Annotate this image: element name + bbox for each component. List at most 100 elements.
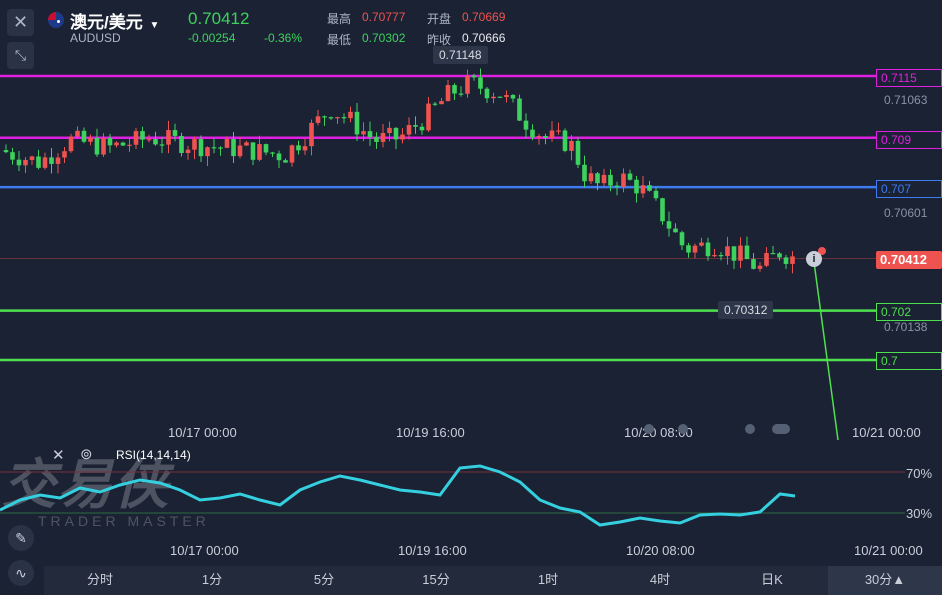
candle-body — [731, 246, 737, 261]
candle-body — [673, 228, 678, 233]
candle-body — [244, 142, 249, 146]
candle-body — [439, 101, 444, 105]
timeframe-tabs: 分时 1分 5分 15分 1时 4时 日K 30分▲ — [44, 566, 942, 595]
candle-body — [205, 147, 210, 157]
candle-body — [660, 198, 665, 222]
candle-body — [94, 137, 100, 155]
candle-body — [218, 147, 223, 149]
tab-daily[interactable]: 日K — [716, 566, 828, 595]
candle-body — [712, 255, 717, 257]
candle-body — [120, 142, 126, 146]
candle-body — [114, 142, 119, 146]
candle-body — [88, 137, 93, 142]
rsi-level-70: 70% — [906, 466, 933, 481]
rsi-time-label-2: 10/20 08:00 — [626, 543, 695, 558]
candle-body — [153, 139, 158, 145]
line-tag-4[interactable]: 0.7 — [876, 352, 942, 370]
candle-body — [172, 130, 178, 136]
candle-body — [361, 131, 366, 135]
time-label-3: 10/21 00:00 — [852, 425, 921, 440]
collapse-icon: ⤡ — [14, 47, 27, 63]
candle-body — [400, 134, 405, 140]
low-label: 最低 — [327, 33, 352, 47]
tab-timeshare[interactable]: 分时 — [44, 566, 156, 595]
candle-body — [276, 153, 282, 161]
candle-body — [484, 88, 490, 99]
australia-flag-icon — [48, 12, 64, 28]
tab-5m[interactable]: 5分 — [268, 566, 380, 595]
close-button[interactable]: ✕ — [7, 9, 34, 36]
candle-body — [757, 265, 763, 269]
info-icon[interactable]: i — [806, 251, 822, 267]
candle-body — [783, 257, 789, 264]
candle-body — [231, 139, 236, 157]
candle-body — [718, 255, 724, 257]
candle-body — [549, 130, 555, 139]
event-icon[interactable] — [644, 424, 654, 434]
price-change: -0.00254 — [188, 31, 236, 45]
tab-30m[interactable]: 30分▲ — [828, 566, 942, 595]
open-value: 0.70669 — [462, 10, 506, 24]
candle-body — [81, 130, 87, 142]
time-label-1: 10/19 16:00 — [396, 425, 465, 440]
candle-body — [380, 133, 386, 142]
candle-body — [419, 126, 425, 131]
candle-body — [374, 137, 379, 142]
candle-body — [335, 117, 340, 119]
event-icon[interactable] — [745, 424, 755, 434]
pencil-icon: ✎ — [15, 530, 27, 546]
candle-body — [666, 221, 672, 229]
candle-body — [42, 157, 48, 168]
price-axis-label-1: 0.70601 — [884, 206, 928, 220]
candle-body — [107, 137, 113, 146]
candle-body — [504, 94, 509, 98]
rsi-line — [0, 464, 796, 527]
event-icon[interactable] — [772, 424, 790, 434]
candle-body — [341, 117, 347, 119]
candle-body — [146, 139, 152, 141]
tab-1m[interactable]: 1分 — [156, 566, 268, 595]
candle-body — [224, 139, 230, 148]
symbol-title[interactable]: 澳元/美元 ▼ — [70, 8, 159, 33]
price-axis-label-2: 0.70138 — [884, 320, 928, 334]
candle-body — [237, 145, 243, 157]
candle-body — [302, 146, 308, 151]
rsi-settings-icon[interactable]: ⊚ — [80, 445, 93, 463]
candlestick-chart[interactable] — [0, 0, 942, 566]
close-icon: ✕ — [12, 12, 29, 32]
rsi-close-icon[interactable]: ✕ — [52, 446, 65, 464]
candle-body — [614, 185, 620, 188]
line-tag-2[interactable]: 0.707 — [876, 180, 942, 198]
candle-body — [406, 125, 412, 135]
candle-body — [510, 94, 516, 99]
candle-body — [601, 174, 607, 184]
candle-body — [575, 140, 581, 165]
candle-body — [517, 98, 522, 121]
tab-4h[interactable]: 4时 — [604, 566, 716, 595]
indicator-button[interactable]: ∿ — [8, 560, 34, 586]
line-tag-1[interactable]: 0.709 — [876, 131, 942, 149]
tab-1h[interactable]: 1时 — [492, 566, 604, 595]
candle-body — [627, 173, 633, 180]
candle-body — [328, 117, 334, 119]
candle-body — [478, 77, 483, 89]
candle-body — [296, 145, 301, 151]
candle-body — [491, 96, 496, 99]
collapse-button[interactable]: ⤡ — [7, 42, 34, 69]
candle-body — [29, 156, 35, 160]
chart-line-icon: ∿ — [15, 565, 27, 581]
candle-body — [679, 232, 685, 246]
candle-body — [738, 245, 743, 261]
candle-body — [354, 111, 360, 135]
candle-body — [348, 111, 353, 119]
candle-body — [283, 160, 288, 163]
candle-body — [393, 127, 399, 140]
event-icon[interactable] — [678, 424, 688, 434]
line-tag-3[interactable]: 0.702 — [876, 303, 942, 321]
chevron-down-icon: ▼ — [149, 20, 160, 31]
draw-tool-button[interactable]: ✎ — [8, 525, 34, 551]
line-tag-0[interactable]: 0.7115 — [876, 69, 942, 87]
candle-body — [582, 164, 587, 182]
tab-15m[interactable]: 15分 — [380, 566, 492, 595]
candle-body — [133, 131, 139, 145]
